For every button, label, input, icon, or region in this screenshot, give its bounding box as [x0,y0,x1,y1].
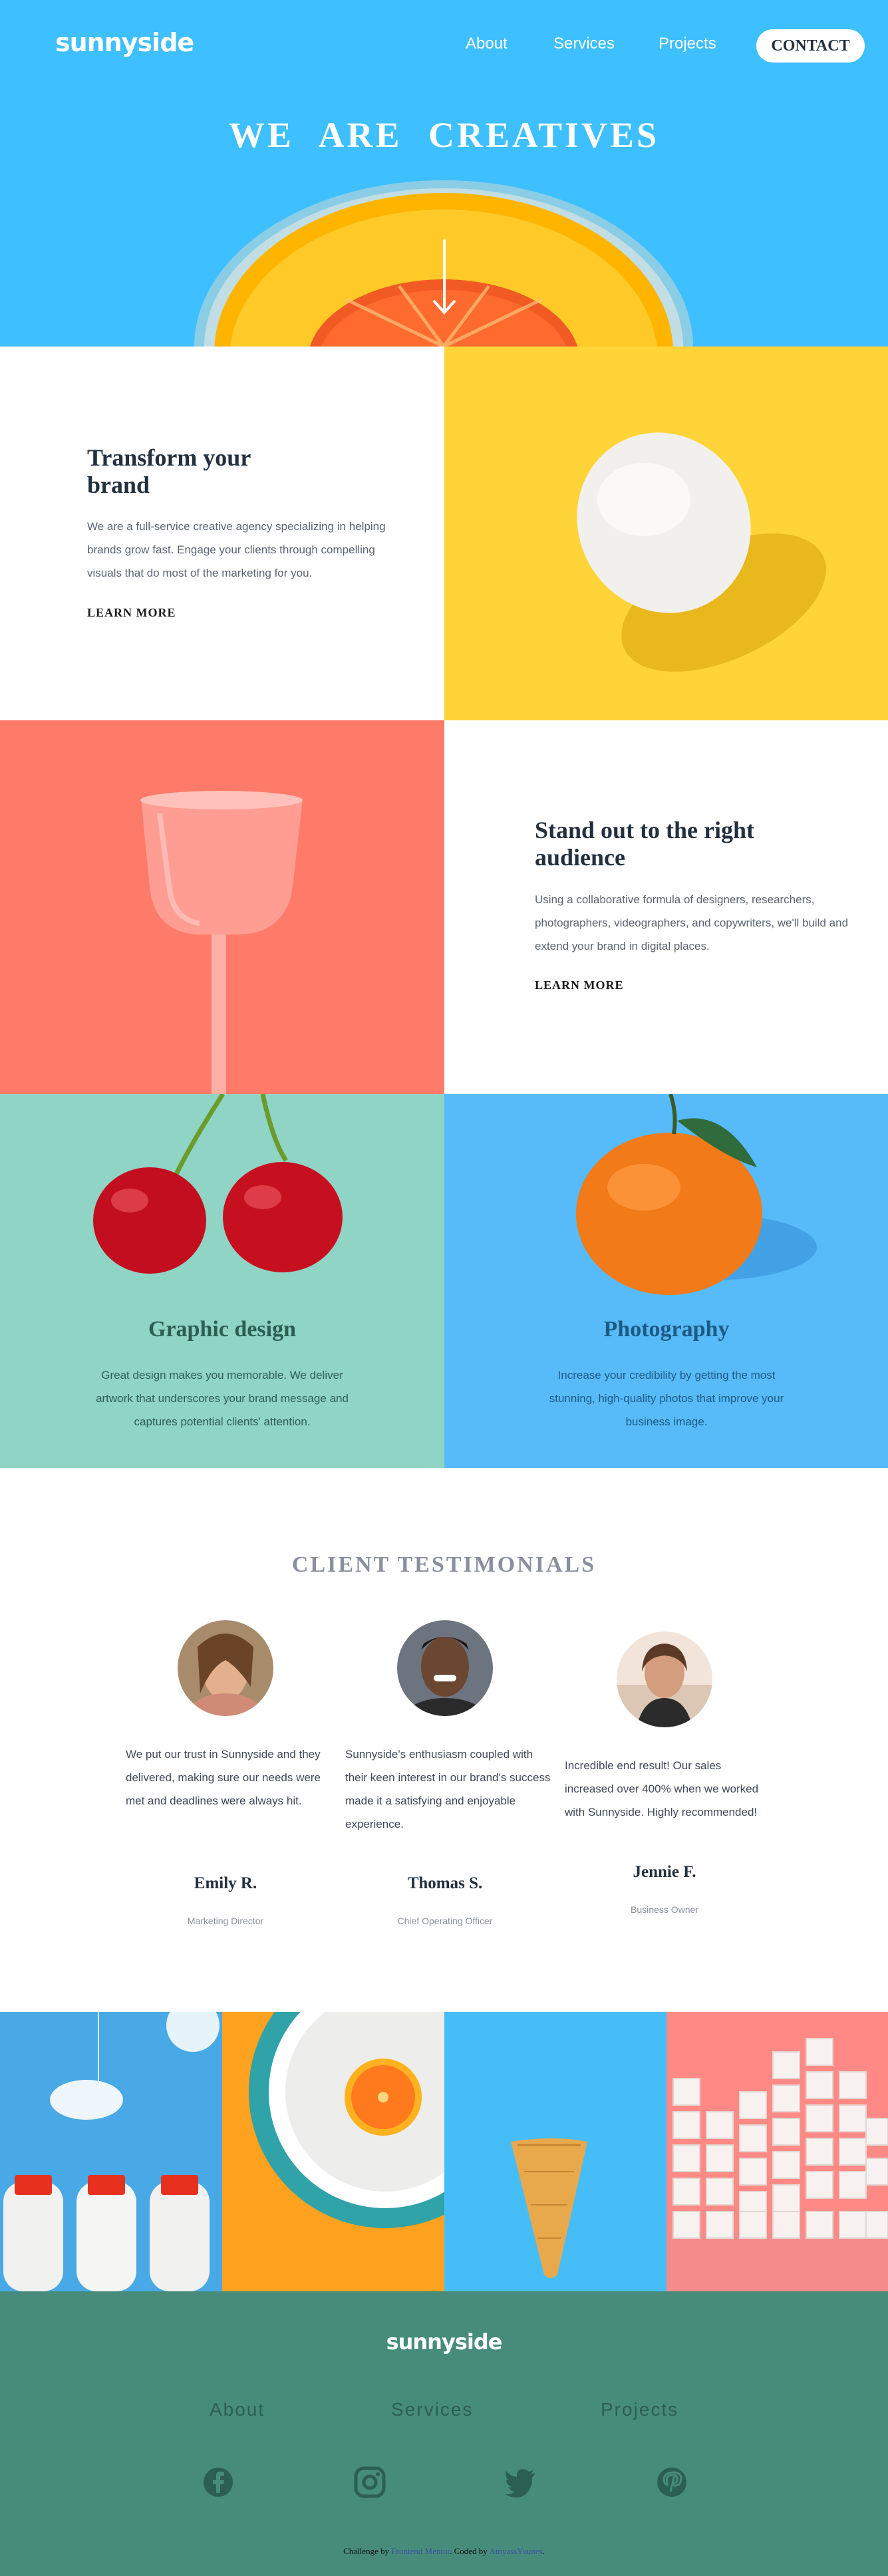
glass-image [0,720,444,1094]
author-link[interactable]: AmyassYounes [489,2546,542,2556]
feature-body: We are a full-service creative agency sp… [87,520,386,579]
feature-title: Stand out to the right audience [535,817,755,871]
service-body: Increase your credibility by getting the… [549,1369,784,1428]
nav-link-services[interactable]: Services [553,35,615,53]
attribution: Challenge by Frontend Mentor. Coded by A… [0,2546,888,2557]
testimonials-heading: CLIENT TESTIMONIALS [291,1552,597,1577]
service-photography: Photography Increase your credibility by… [444,1094,888,1468]
twitter-icon[interactable] [504,2466,536,2498]
footer-link-projects[interactable]: Projects [601,2399,678,2420]
hero-section: sunnyside About Services Projects CONTAC… [0,0,888,347]
attribution-suffix: . [542,2546,545,2556]
footer-link-services[interactable]: Services [391,2399,473,2420]
attribution-middle: . Coded by [450,2546,488,2556]
pinterest-icon[interactable] [656,2466,688,2498]
avatar [617,1632,712,1727]
learn-more-link[interactable]: LEARN MORE [535,978,624,995]
nav-link-projects[interactable]: Projects [659,35,716,53]
footer-logo[interactable]: sunnyside [0,2329,888,2355]
gallery-sugar-cubes-image [666,2012,888,2291]
testimonial-role: Chief Operating Officer [397,1916,493,1926]
testimonial-quote: Sunnyside's enthusiasm coupled with thei… [345,1748,551,1830]
gallery-orange-plate-image [222,2012,444,2291]
feature-transform-text: Transform your brand We are a full-servi… [0,347,444,720]
service-body: Great design makes you memorable. We del… [96,1369,349,1428]
service-title: Graphic design [148,1317,296,1342]
instagram-icon[interactable] [354,2466,386,2498]
arrow-down-icon[interactable] [432,239,456,316]
site-footer: sunnyside About Services Projects Challe… [0,2291,888,2576]
testimonial-role: Business Owner [631,1904,698,1915]
testimonial-name: Jennie F. [633,1863,696,1881]
nav-link-about[interactable]: About [466,35,508,53]
gallery-cone-image [444,2012,666,2291]
contact-button[interactable]: CONTACT [756,29,865,63]
gallery-milk-image [0,2012,222,2291]
challenge-link[interactable]: Frontend Mentor [391,2546,450,2556]
egg-image [444,347,888,720]
testimonial-role: Marketing Director [187,1916,264,1926]
learn-more-link[interactable]: LEARN MORE [87,606,176,623]
testimonial-name: Emily R. [194,1874,257,1892]
hero-title: WE ARE CREATIVES [228,115,660,155]
attribution-prefix: Challenge by [343,2546,390,2556]
footer-link-about[interactable]: About [210,2399,265,2420]
site-logo[interactable]: sunnyside [55,28,194,57]
testimonial-name: Thomas S. [407,1874,483,1892]
testimonial-quote: Incredible end result! Our sales increas… [565,1759,759,1818]
feature-body: Using a collaborative formula of designe… [535,893,849,952]
testimonial-quote: We put our trust in Sunnyside and they d… [126,1748,321,1807]
avatar [178,1620,273,1716]
feature-title: Transform your brand [87,444,251,498]
service-title: Photography [603,1317,730,1342]
facebook-icon[interactable] [202,2466,234,2498]
avatar [397,1620,493,1716]
service-graphic-design: Graphic design Great design makes you me… [0,1094,444,1468]
feature-standout-text: Stand out to the right audience Using a … [444,720,888,1094]
